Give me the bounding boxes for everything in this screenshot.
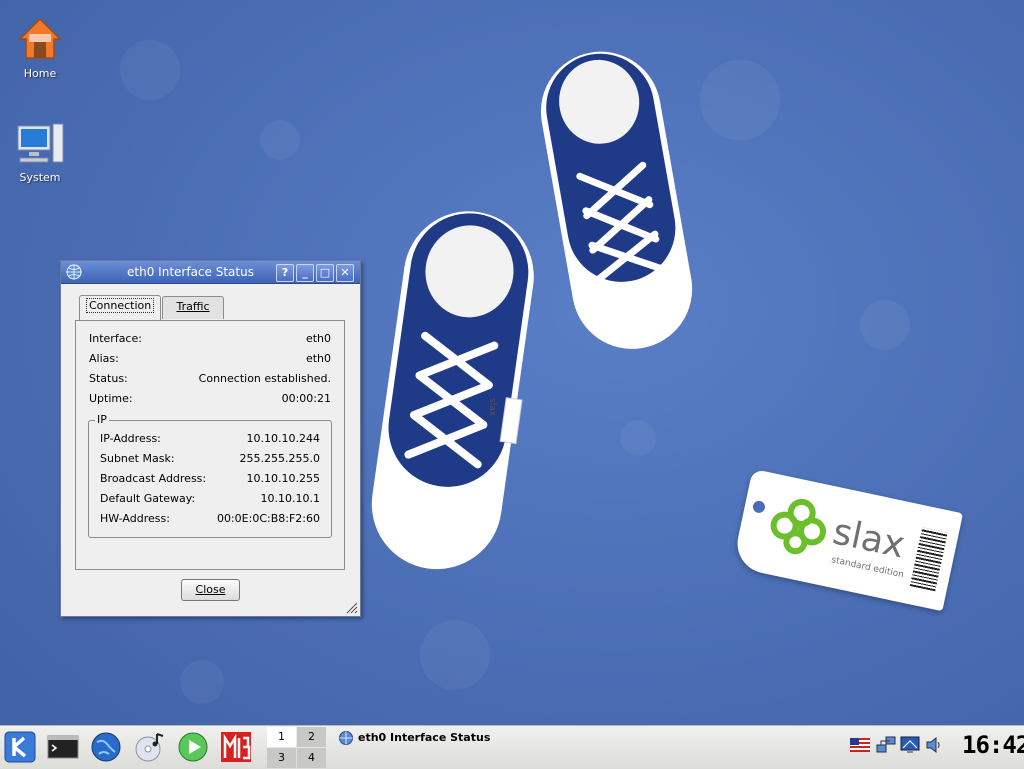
field-value: 255.255.255.0: [239, 452, 320, 465]
field-label: Uptime:: [89, 392, 133, 405]
ip-groupbox: IP IP-Address: 10.10.10.244 Subnet Mask:…: [88, 413, 332, 538]
field-value: 10.10.10.1: [260, 492, 320, 505]
connection-panel: Interface: eth0 Alias: eth0 Status: Conn…: [75, 320, 345, 570]
browser-globe-icon[interactable]: [89, 730, 123, 764]
taskbar: 1 2 3 4 eth0 Interface Status 16:42: [0, 725, 1024, 769]
volume-icon[interactable]: [925, 736, 943, 754]
computer-icon: [8, 122, 72, 169]
field-label: Broadcast Address:: [100, 472, 207, 485]
close-button[interactable]: Close: [181, 579, 240, 601]
field-row: Default Gateway: 10.10.10.1: [100, 492, 320, 508]
field-value: 10.10.10.255: [246, 472, 320, 485]
player-play-icon[interactable]: [176, 730, 210, 764]
pager-desktop-4[interactable]: 4: [297, 748, 326, 768]
tab-label: Traffic: [176, 300, 210, 313]
shoe-tag-text: slax: [487, 398, 497, 417]
desktop-icon-home[interactable]: Home: [8, 16, 72, 80]
window-title: eth0 Interface Status: [127, 265, 254, 279]
network-globe-icon: [339, 731, 353, 745]
field-label: Status:: [89, 372, 128, 385]
home-icon: [8, 16, 72, 65]
field-value: 00:00:21: [281, 392, 331, 405]
media-cd-icon[interactable]: [133, 730, 167, 764]
field-label: HW-Address:: [100, 512, 170, 525]
field-row: Broadcast Address: 10.10.10.255: [100, 472, 320, 488]
desktop-icon-label: Home: [23, 67, 57, 80]
field-row: Uptime: 00:00:21: [89, 392, 331, 408]
resize-grip-icon[interactable]: [346, 602, 358, 614]
network-icon[interactable]: [876, 735, 896, 755]
clock[interactable]: 16:42: [962, 731, 1024, 759]
minimize-button[interactable]: _: [296, 264, 314, 282]
display-icon[interactable]: [900, 736, 920, 754]
desktop-icon-system[interactable]: System: [8, 122, 72, 184]
tag-hole: [751, 499, 767, 514]
close-button-label: Close: [195, 583, 226, 596]
field-row: HW-Address: 00:0E:0C:B8:F2:60: [100, 512, 320, 528]
taskbar-item-interface-status[interactable]: eth0 Interface Status: [336, 728, 516, 748]
pager-label: 3: [278, 751, 285, 764]
field-label: Interface:: [89, 332, 142, 345]
field-label: Default Gateway:: [100, 492, 196, 505]
clover-logo-icon: [770, 498, 827, 555]
taskbar-item-label: eth0 Interface Status: [358, 731, 491, 744]
wallpaper-shoes: [371, 51, 693, 570]
window-titlebar[interactable]: eth0 Interface Status ? _ □ ✕: [61, 261, 360, 284]
field-row: IP-Address: 10.10.10.244: [100, 432, 320, 448]
tab-traffic[interactable]: Traffic: [162, 296, 224, 319]
group-title: IP: [95, 413, 109, 426]
pager-label: 4: [308, 751, 315, 764]
field-value: eth0: [305, 352, 331, 365]
field-row: Subnet Mask: 255.255.255.0: [100, 452, 320, 468]
pager-desktop-2[interactable]: 2: [297, 727, 326, 747]
field-value: eth0: [305, 332, 331, 345]
mib-icon[interactable]: [219, 730, 253, 764]
field-row: Status: Connection established.: [89, 372, 331, 388]
field-value: Connection established.: [198, 372, 331, 385]
pager-label: 1: [278, 730, 285, 743]
us-flag-icon[interactable]: [850, 738, 870, 752]
maximize-button[interactable]: □: [316, 264, 334, 282]
field-label: Subnet Mask:: [100, 452, 175, 465]
interface-status-window: eth0 Interface Status ? _ □ ✕ Connection…: [60, 260, 361, 617]
kde-menu-icon[interactable]: [3, 730, 37, 764]
close-window-button[interactable]: ✕: [336, 264, 354, 282]
field-row: Interface: eth0: [89, 332, 331, 348]
desktop-pager: 1 2 3 4: [266, 726, 326, 769]
pager-desktop-1[interactable]: 1: [267, 727, 296, 747]
field-label: IP-Address:: [100, 432, 161, 445]
desktop-icon-label: System: [19, 171, 61, 184]
tab-connection[interactable]: Connection: [79, 295, 162, 320]
field-value: 00:0E:0C:B8:F2:60: [216, 512, 320, 525]
pager-label: 2: [308, 730, 315, 743]
help-button[interactable]: ?: [276, 264, 294, 282]
barcode: [909, 527, 948, 592]
field-value: 10.10.10.244: [246, 432, 320, 445]
tab-label: Connection: [86, 298, 155, 313]
field-label: Alias:: [89, 352, 119, 365]
pager-desktop-3[interactable]: 3: [267, 748, 296, 768]
terminal-icon[interactable]: [46, 730, 80, 764]
field-row: Alias: eth0: [89, 352, 331, 368]
